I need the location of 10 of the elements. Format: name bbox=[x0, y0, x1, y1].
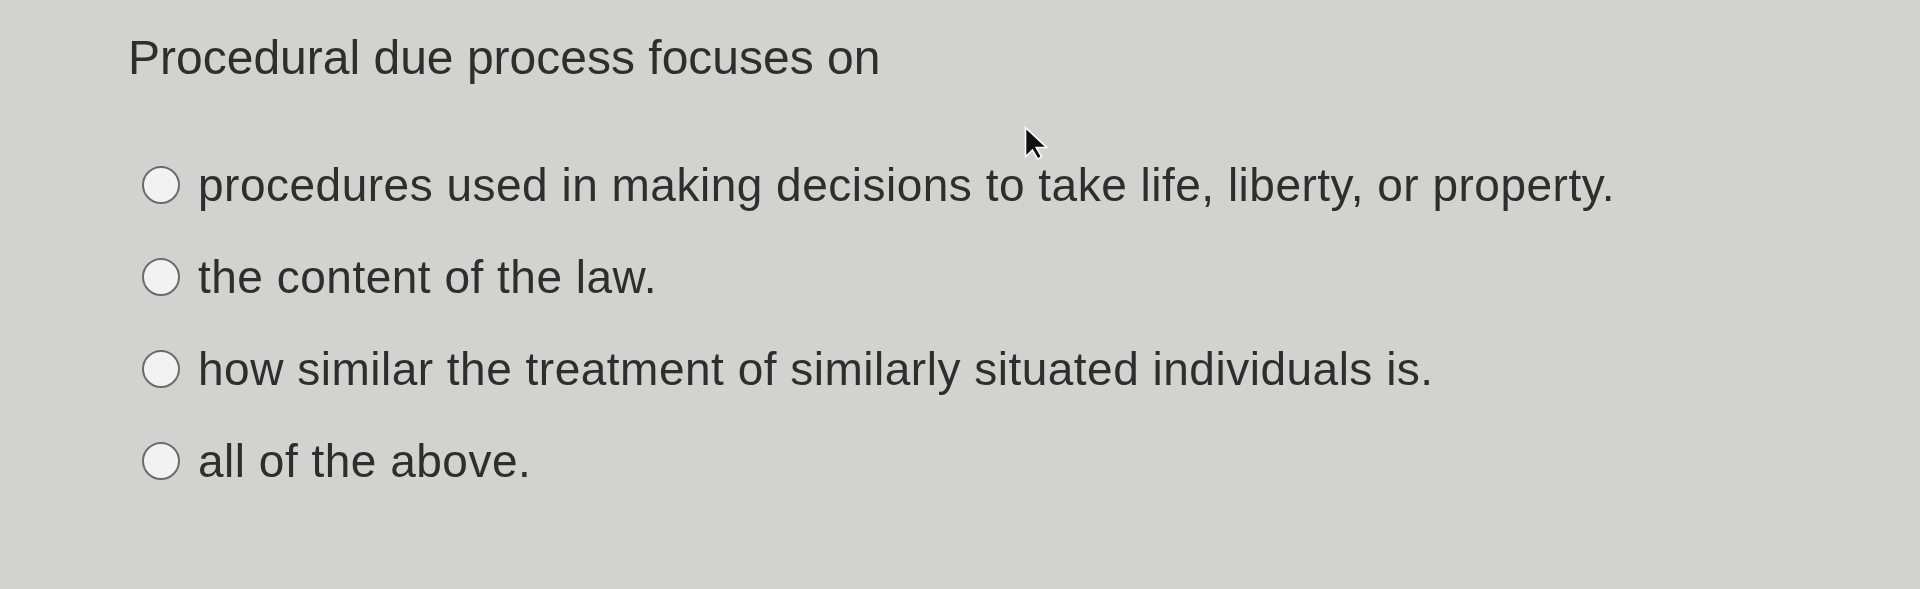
cursor-icon bbox=[1024, 126, 1050, 160]
option-label[interactable]: all of the above. bbox=[198, 432, 532, 490]
radio-button[interactable] bbox=[142, 442, 180, 480]
radio-button[interactable] bbox=[142, 258, 180, 296]
radio-button[interactable] bbox=[142, 350, 180, 388]
option-label[interactable]: the content of the law. bbox=[198, 248, 658, 306]
question-text: Procedural due process focuses on bbox=[128, 30, 882, 86]
option-label[interactable]: how similar the treatment of similarly situated individuals is. bbox=[198, 340, 1434, 398]
option-label[interactable]: procedures used in making decisions to take life, liberty, or property. bbox=[198, 156, 1616, 214]
radio-button[interactable] bbox=[142, 166, 180, 204]
